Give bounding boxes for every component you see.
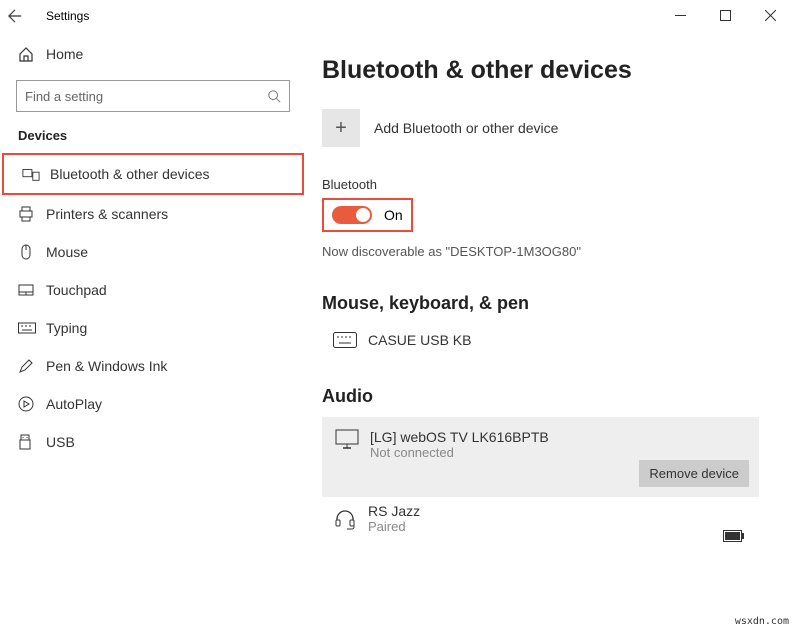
touchpad-icon	[18, 282, 40, 298]
sidebar-item-label: Mouse	[46, 244, 88, 260]
sidebar-item-label: Bluetooth & other devices	[50, 166, 210, 182]
page-title: Bluetooth & other devices	[322, 56, 759, 85]
battery-icon	[723, 530, 745, 542]
group-audio-title: Audio	[322, 386, 759, 407]
search-placeholder: Find a setting	[25, 89, 267, 104]
minimize-button[interactable]	[658, 0, 703, 30]
bluetooth-section-label: Bluetooth	[322, 177, 759, 192]
mouse-icon	[18, 244, 40, 260]
device-status: Not connected	[370, 445, 549, 460]
search-icon	[267, 89, 281, 103]
content-area: Bluetooth & other devices + Add Bluetoot…	[306, 32, 793, 631]
sidebar-item-touchpad[interactable]: Touchpad	[0, 271, 306, 309]
keyboard-icon	[18, 321, 40, 335]
sidebar-item-label: Touchpad	[46, 282, 107, 298]
plus-icon[interactable]: +	[322, 109, 360, 147]
device-name: [LG] webOS TV LK616BPTB	[370, 429, 549, 445]
home-icon	[18, 46, 40, 62]
sidebar-item-label: Typing	[46, 320, 87, 336]
close-button[interactable]	[748, 0, 793, 30]
window-title: Settings	[46, 9, 89, 23]
pen-icon	[18, 358, 40, 374]
sidebar-item-mouse[interactable]: Mouse	[0, 233, 306, 271]
monitor-icon	[332, 429, 362, 449]
home-label: Home	[46, 46, 83, 62]
search-input[interactable]: Find a setting	[16, 80, 290, 112]
autoplay-icon	[18, 396, 40, 412]
printer-icon	[18, 206, 40, 222]
device-row-headset[interactable]: RS Jazz Paired	[322, 497, 759, 548]
device-row-keyboard[interactable]: CASUE USB KB	[322, 324, 759, 356]
home-nav[interactable]: Home	[0, 36, 306, 72]
back-button[interactable]	[8, 9, 32, 23]
toggle-state-label: On	[384, 207, 403, 223]
device-status: Paired	[368, 519, 420, 534]
sidebar-item-autoplay[interactable]: AutoPlay	[0, 385, 306, 423]
keyboard-icon	[330, 332, 360, 348]
bluetooth-toggle-row: On	[322, 198, 413, 232]
remove-device-button[interactable]: Remove device	[639, 460, 749, 487]
watermark: wsxdn.com	[735, 616, 789, 627]
sidebar: Home Find a setting Devices Bluetooth & …	[0, 32, 306, 631]
sidebar-item-printers[interactable]: Printers & scanners	[0, 195, 306, 233]
sidebar-item-label: Printers & scanners	[46, 206, 168, 222]
sidebar-item-pen[interactable]: Pen & Windows Ink	[0, 347, 306, 385]
device-name: CASUE USB KB	[368, 332, 471, 348]
add-device-row[interactable]: + Add Bluetooth or other device	[322, 109, 759, 147]
sidebar-item-typing[interactable]: Typing	[0, 309, 306, 347]
discoverable-text: Now discoverable as "DESKTOP-1M3OG80"	[322, 244, 759, 259]
sidebar-item-bluetooth[interactable]: Bluetooth & other devices	[2, 153, 304, 195]
device-name: RS Jazz	[368, 503, 420, 519]
sidebar-item-label: AutoPlay	[46, 396, 102, 412]
headset-icon	[330, 503, 360, 534]
group-mouse-keyboard-title: Mouse, keyboard, & pen	[322, 293, 759, 314]
device-row-tv[interactable]: [LG] webOS TV LK616BPTB Not connected Re…	[322, 417, 759, 497]
add-device-label: Add Bluetooth or other device	[374, 120, 558, 136]
bluetooth-toggle[interactable]	[332, 206, 372, 224]
devices-group-label: Devices	[0, 128, 306, 153]
sidebar-item-label: USB	[46, 434, 75, 450]
maximize-button[interactable]	[703, 0, 748, 30]
usb-icon	[18, 434, 40, 450]
bluetooth-device-icon	[22, 166, 44, 182]
sidebar-item-usb[interactable]: USB	[0, 423, 306, 461]
sidebar-item-label: Pen & Windows Ink	[46, 358, 167, 374]
